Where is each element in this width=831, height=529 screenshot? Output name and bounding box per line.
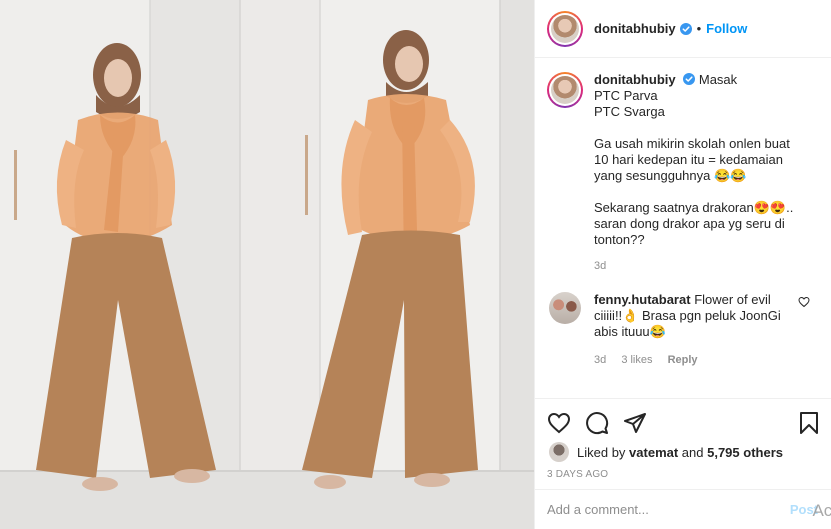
comments-list[interactable]: donitabhubiy Masak PTC Parva PTC Svarga …: [535, 58, 831, 398]
caption-line: saran dong drakor apa yg seru di: [594, 216, 785, 231]
post-side-panel: donitabhubiy • Follow donitabhubiy Masak…: [534, 0, 831, 529]
commenter-username[interactable]: fenny.hutabarat: [594, 292, 691, 307]
comment-input[interactable]: [547, 502, 777, 517]
reply-button[interactable]: Reply: [668, 354, 698, 366]
caption-line: 10 hari kedepan itu = kedamaian: [594, 152, 783, 167]
like-heart-icon[interactable]: [547, 411, 571, 435]
activate-windows-overlay: Act: [812, 501, 831, 520]
comment-like-heart-icon[interactable]: [798, 296, 810, 308]
instagram-post: donitabhubiy • Follow donitabhubiy Masak…: [0, 0, 831, 529]
caption-line: Ga usah mikirin skolah onlen buat: [594, 136, 790, 151]
comment-item: fenny.hutabarat Flower of evil ciiiii!!👌…: [547, 292, 820, 368]
caption-line: Sekarang saatnya drakoran😍😍..: [594, 200, 794, 215]
post-actions: Liked by vatemat and 5,795 others 3 DAYS…: [535, 398, 831, 480]
post-photo[interactable]: [0, 0, 534, 529]
comment-text: ciiiii!!👌 Brasa pgn peluk JoonGi: [594, 308, 781, 323]
author-username[interactable]: donitabhubiy: [594, 21, 676, 36]
comment-likes[interactable]: 3 likes: [621, 354, 652, 366]
caption-line: Masak: [698, 72, 738, 87]
caption-avatar[interactable]: [547, 72, 583, 108]
post-date[interactable]: 3 DAYS AGO: [547, 469, 820, 480]
likes-summary[interactable]: Liked by vatemat and 5,795 others: [547, 441, 820, 463]
save-bookmark-icon[interactable]: [798, 411, 820, 435]
caption: donitabhubiy Masak PTC Parva PTC Svarga …: [547, 72, 820, 274]
post-header: donitabhubiy • Follow: [535, 0, 831, 58]
caption-body: donitabhubiy Masak PTC Parva PTC Svarga …: [594, 72, 794, 274]
caption-line: PTC Svarga: [594, 104, 665, 119]
commenter-avatar[interactable]: [549, 292, 581, 324]
comment-text: abis ituuu😂: [594, 324, 666, 339]
verified-badge-icon: [683, 73, 696, 85]
comment-text: Flower of evil: [694, 292, 771, 307]
caption-line: tonton??: [594, 232, 645, 247]
follow-button[interactable]: Follow: [706, 21, 747, 36]
post-photo-illustration: [0, 0, 534, 529]
likes-count[interactable]: 5,795 others: [707, 445, 783, 460]
verified-badge-icon: [679, 22, 692, 35]
caption-line: PTC Parva: [594, 88, 658, 103]
header-separator: •: [696, 21, 702, 36]
caption-username[interactable]: donitabhubiy: [594, 72, 676, 87]
likes-text: Liked by vatemat and 5,795 others: [577, 444, 783, 460]
action-bar: [547, 405, 820, 441]
liker-avatar[interactable]: [549, 442, 569, 462]
caption-age[interactable]: 3d: [594, 258, 794, 274]
liker-username[interactable]: vatemat: [629, 445, 678, 460]
comment-age[interactable]: 3d: [594, 354, 606, 366]
comment-bubble-icon[interactable]: [585, 411, 609, 435]
share-paper-plane-icon[interactable]: [623, 411, 647, 435]
comment-body: fenny.hutabarat Flower of evil ciiiii!!👌…: [594, 292, 794, 368]
author-avatar[interactable]: [547, 10, 583, 47]
add-comment-bar: Post: [535, 489, 831, 529]
comment-meta: 3d 3 likes Reply: [594, 352, 794, 368]
caption-line: yang sesungguhnya 😂😂: [594, 168, 747, 183]
